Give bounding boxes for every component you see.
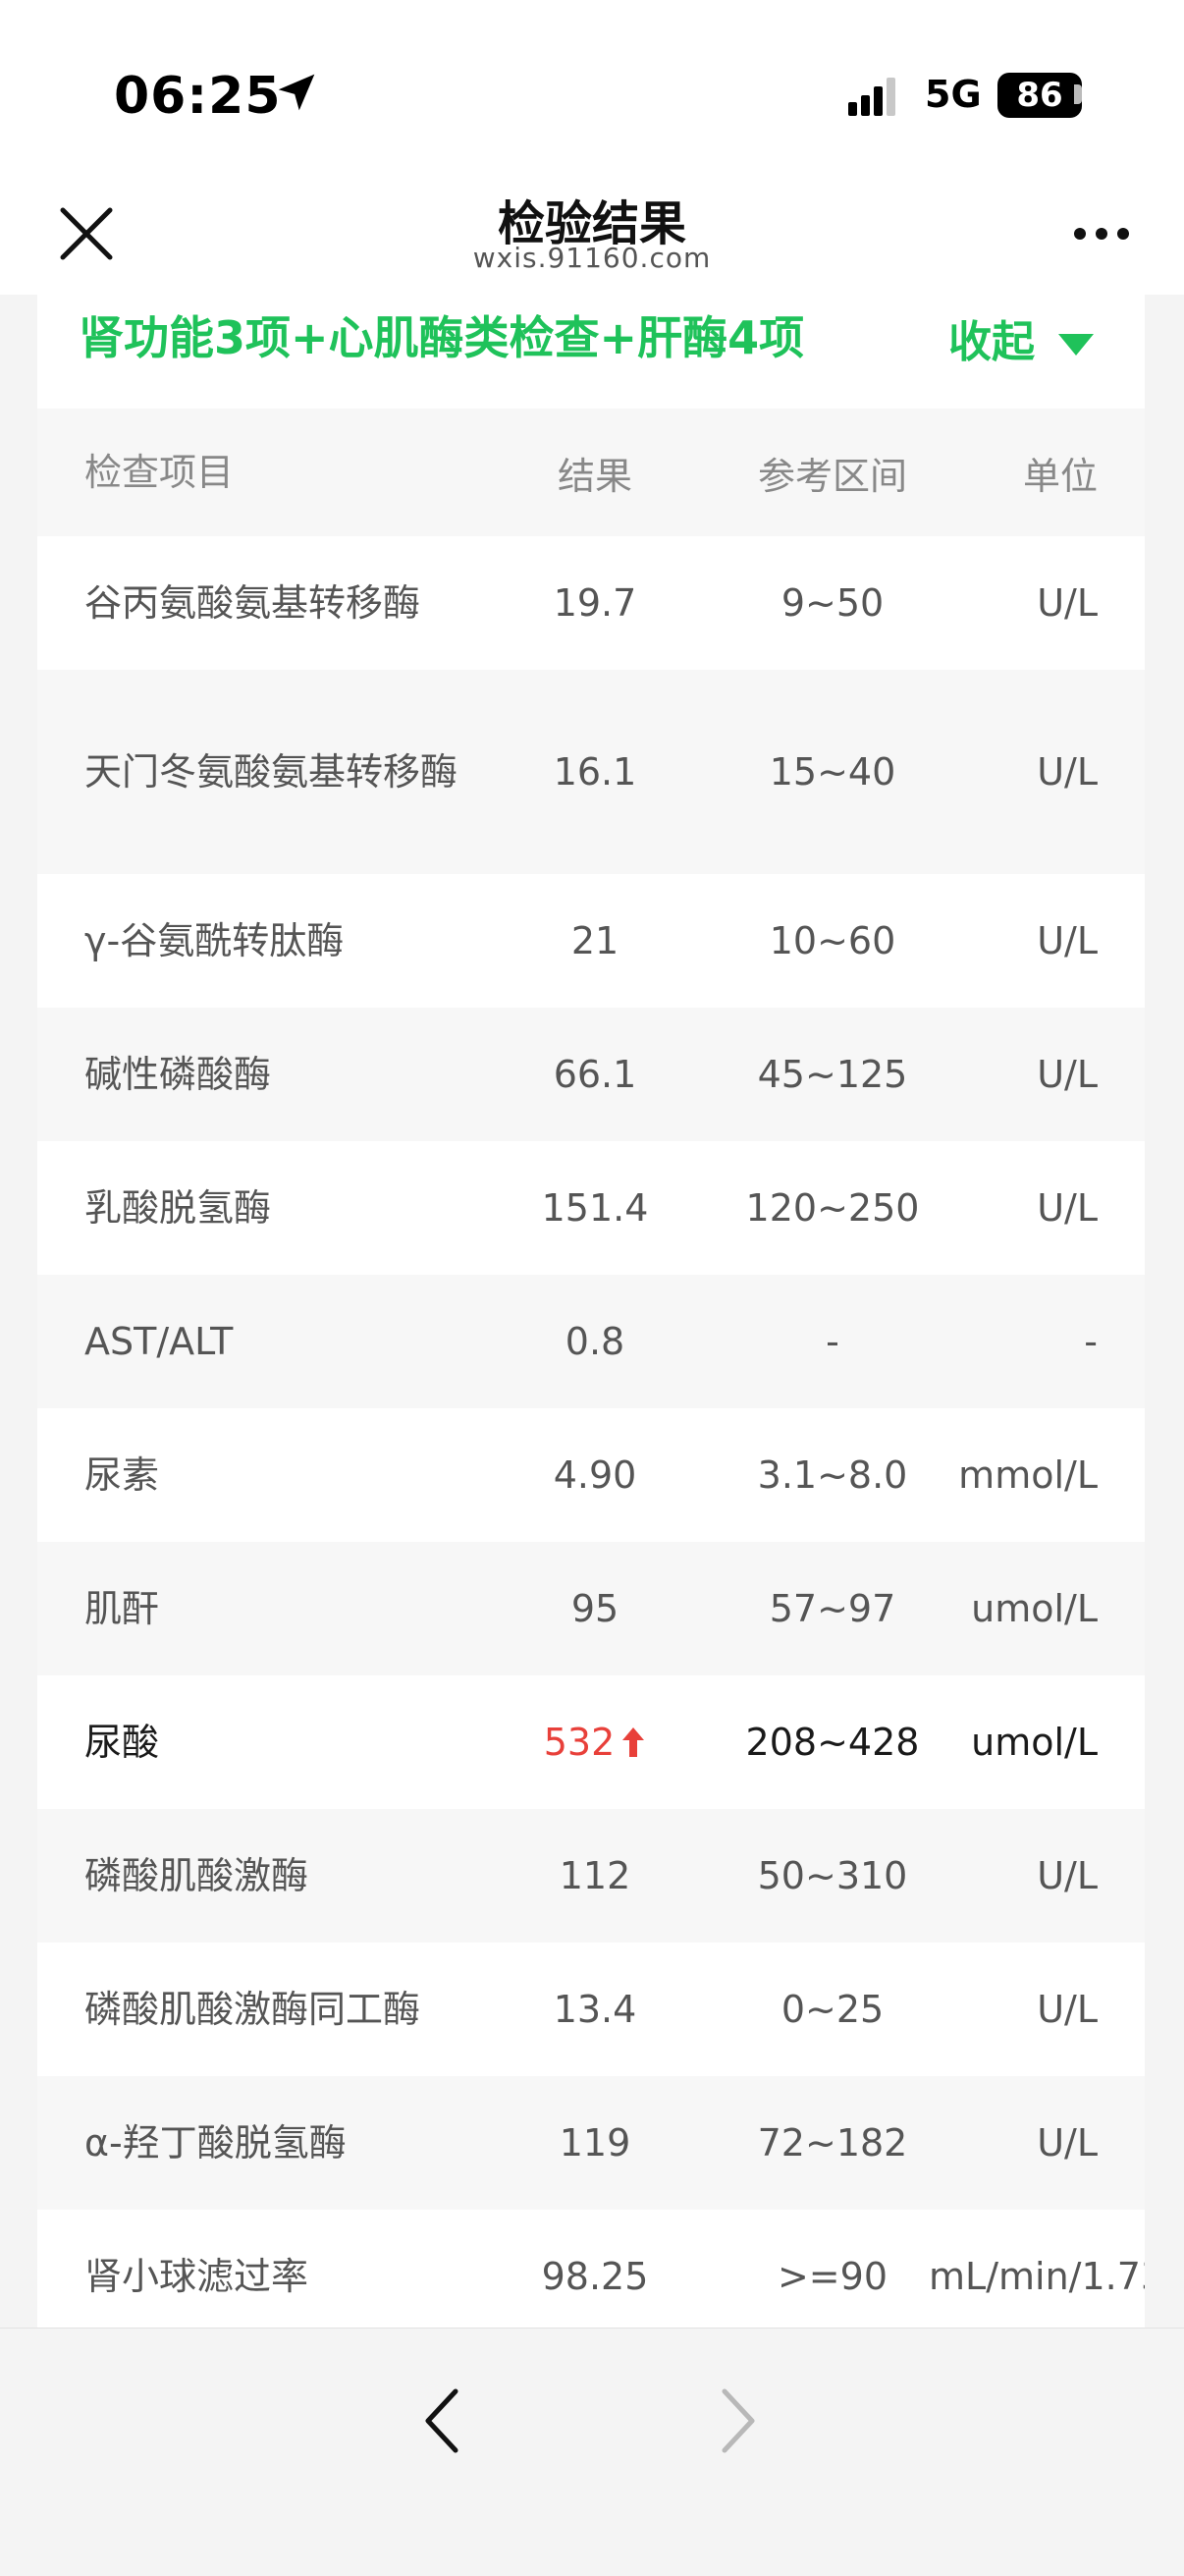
- collapse-label: 收起: [948, 317, 1035, 367]
- item-unit: mmol/L: [958, 1453, 1098, 1497]
- results-table: 检查项目 结果 参考区间 单位 谷丙氨酸氨基转移酶 19.7 9~50 U/L …: [37, 409, 1145, 2328]
- item-result-value: 532: [543, 1721, 616, 1764]
- item-name: 尿素: [84, 1453, 160, 1497]
- header-unit: 单位: [1022, 454, 1098, 498]
- table-row: 尿素 4.90 3.1~8.0 mmol/L: [37, 1408, 1145, 1542]
- table-row: 乳酸脱氢酶 151.4 120~250 U/L: [37, 1141, 1145, 1275]
- item-unit: umol/L: [971, 1587, 1098, 1630]
- arrow-up-icon: [622, 1727, 645, 1757]
- table-row: 肌酐 95 57~97 umol/L: [37, 1542, 1145, 1675]
- table-row: 磷酸肌酸激酶同工酶 13.4 0~25 U/L: [37, 1943, 1145, 2076]
- item-name: γ-谷氨酰转肽酶: [84, 919, 345, 962]
- forward-chevron-icon: [722, 2388, 755, 2453]
- table-row: 天门冬氨酸氨基转移酶 16.1 15~40 U/L: [37, 670, 1145, 874]
- item-name: 肾小球滤过率: [84, 2255, 309, 2298]
- item-result: 119: [559, 2121, 631, 2165]
- table-row-abnormal: 尿酸 532 208~428 umol/L: [37, 1675, 1145, 1809]
- item-name: AST/ALT: [84, 1320, 234, 1363]
- table-row: AST/ALT 0.8 - -: [37, 1275, 1145, 1408]
- page-domain: wxis.91160.com: [472, 242, 712, 274]
- item-result: 98.25: [541, 2255, 649, 2298]
- item-name: α-羟丁酸脱氢酶: [84, 2121, 347, 2165]
- item-result: 13.4: [553, 1988, 637, 2031]
- item-unit: U/L: [1037, 2121, 1098, 2165]
- item-unit: U/L: [1037, 1053, 1098, 1096]
- item-result: 21: [570, 919, 619, 962]
- item-unit: U/L: [1037, 919, 1098, 962]
- item-result: 19.7: [553, 581, 637, 625]
- header-name: 检查项目: [84, 451, 235, 494]
- item-range: >=90: [777, 2255, 888, 2298]
- item-name: 肌酐: [84, 1587, 160, 1630]
- item-result: 66.1: [553, 1053, 637, 1096]
- item-result: 0.8: [565, 1320, 625, 1363]
- item-unit: U/L: [1037, 581, 1098, 625]
- table-row: 碱性磷酸酶 66.1 45~125 U/L: [37, 1008, 1145, 1141]
- item-unit: U/L: [1037, 750, 1098, 794]
- browser-toolbar: [0, 2328, 1184, 2576]
- item-name: 碱性磷酸酶: [84, 1053, 272, 1096]
- content-area[interactable]: 肾功能3项+心肌酶类检查+肝酶4项 收起 检查项目 结果 参考区间 单位 谷丙氨…: [0, 295, 1184, 2328]
- section-title: 肾功能3项+心肌酶类检查+肝酶4项: [79, 311, 805, 364]
- item-unit: umol/L: [971, 1721, 1098, 1764]
- item-name: 乳酸脱氢酶: [84, 1186, 272, 1230]
- item-name: 谷丙氨酸氨基转移酶: [84, 581, 421, 625]
- nav-bar: 检验结果 wxis.91160.com: [0, 177, 1184, 295]
- battery-icon: 86: [997, 73, 1082, 118]
- item-unit: U/L: [1037, 1988, 1098, 2031]
- item-name: 磷酸肌酸激酶: [84, 1854, 309, 1897]
- item-result: 112: [559, 1854, 631, 1897]
- battery-level: 86: [1016, 76, 1063, 115]
- table-row: 谷丙氨酸氨基转移酶 19.7 9~50 U/L: [37, 536, 1145, 670]
- item-unit: U/L: [1037, 1186, 1098, 1230]
- item-unit: U/L: [1037, 1854, 1098, 1897]
- caret-down-icon: [1058, 334, 1094, 356]
- item-name: 尿酸: [84, 1721, 160, 1764]
- item-unit: mL/min/1.73: [929, 2255, 1145, 2298]
- item-result: 16.1: [553, 750, 637, 794]
- status-time: 06:25: [114, 67, 282, 126]
- collapse-button[interactable]: 收起: [948, 306, 1094, 369]
- network-type: 5G: [925, 73, 982, 116]
- battery-cap: [1074, 84, 1082, 104]
- result-card: 肾功能3项+心肌酶类检查+肝酶4项 收起 检查项目 结果 参考区间 单位 谷丙氨…: [37, 295, 1145, 2328]
- item-result: 151.4: [541, 1186, 649, 1230]
- table-row: α-羟丁酸脱氢酶 119 72~182 U/L: [37, 2076, 1145, 2210]
- item-unit: -: [1084, 1320, 1098, 1363]
- header-result: 结果: [557, 454, 632, 498]
- item-result-high: 532: [509, 1675, 681, 1809]
- item-name: 磷酸肌酸激酶同工酶: [84, 1988, 421, 2031]
- table-row: 磷酸肌酸激酶 112 50~310 U/L: [37, 1809, 1145, 1943]
- more-options-icon[interactable]: [1072, 222, 1131, 246]
- cellular-signal-icon: [848, 78, 895, 116]
- item-name: 天门冬氨酸氨基转移酶: [84, 750, 458, 794]
- back-chevron-icon[interactable]: [412, 2382, 471, 2460]
- section-header: 肾功能3项+心肌酶类检查+肝酶4项 收起: [37, 295, 1145, 409]
- item-result: 95: [570, 1587, 619, 1630]
- item-result: 4.90: [553, 1453, 637, 1497]
- status-bar: 06:25 5G 86: [0, 0, 1184, 177]
- table-row: 肾小球滤过率 98.25 >=90 mL/min/1.73: [37, 2210, 1145, 2328]
- table-header: 检查项目 结果 参考区间 单位: [37, 409, 1145, 536]
- table-row: γ-谷氨酰转肽酶 21 10~60 U/L: [37, 874, 1145, 1008]
- location-arrow-icon: [278, 74, 315, 111]
